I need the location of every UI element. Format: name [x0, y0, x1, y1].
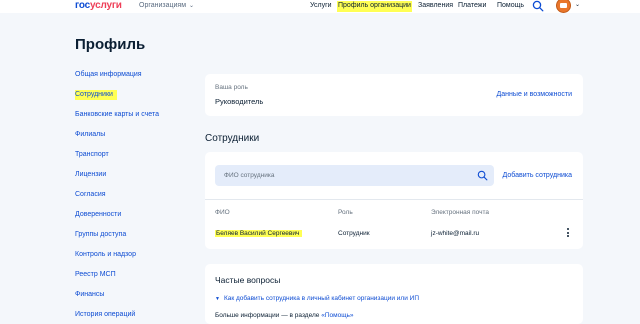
column-header-role: Роль — [338, 209, 353, 216]
logo-part-gos: гос — [75, 0, 90, 11]
role-label: Ваша роль — [215, 84, 248, 91]
kebab-menu-icon[interactable] — [566, 228, 570, 240]
nav-payments[interactable]: Платежи — [458, 1, 486, 12]
sidebar-item-history[interactable]: История операций — [75, 310, 135, 320]
sidebar-item-branches[interactable]: Филиалы — [75, 130, 105, 140]
employee-email: jz-white@mail.ru — [431, 230, 480, 237]
sidebar-item-powers-of-attorney[interactable]: Доверенности — [75, 210, 121, 220]
chevron-down-icon: ⌄ — [189, 3, 195, 9]
sidebar-item-finances[interactable]: Финансы — [75, 290, 104, 300]
faq-card: Частые вопросы ▼ Как добавить сотрудника … — [205, 264, 583, 324]
sidebar-item-employees[interactable]: Сотрудники — [75, 90, 117, 100]
faq-question[interactable]: ▼ Как добавить сотрудника в личный кабине… — [215, 295, 419, 302]
sidebar-item-bank-cards[interactable]: Банковские карты и счета — [75, 110, 159, 120]
chevron-down-icon: ▼ — [215, 296, 220, 302]
employee-name[interactable]: Беляев Василий Сергеевич — [215, 230, 303, 237]
column-header-email: Электронная почта — [431, 209, 490, 216]
nav-help[interactable]: Помощь — [497, 1, 524, 12]
employees-section-title: Сотрудники — [205, 133, 260, 144]
search-icon[interactable] — [532, 0, 544, 12]
organizations-dropdown-label: Организациям — [139, 2, 187, 9]
sidebar-item-access-groups[interactable]: Группы доступа — [75, 230, 126, 240]
role-card: Ваша роль Руководитель Данные и возможно… — [205, 74, 583, 116]
employee-search-input[interactable]: ФИО сотрудника — [215, 165, 494, 186]
employee-search-placeholder: ФИО сотрудника — [224, 172, 275, 179]
top-navigation-bar: госуслуги Организациям ⌄ Услуги Профиль о… — [0, 0, 640, 13]
divider — [205, 199, 583, 200]
sidebar-item-transport[interactable]: Транспорт — [75, 150, 109, 160]
avatar[interactable] — [556, 0, 571, 13]
employees-card: ФИО сотрудника Добавить сотрудника ФИО Р… — [205, 152, 583, 249]
chevron-down-icon[interactable]: ⌄ — [575, 1, 580, 8]
data-and-capabilities-link[interactable]: Данные и возможности — [497, 91, 572, 98]
faq-more-info: Больше информации — в разделе «Помощь» — [215, 312, 354, 319]
role-value: Руководитель — [215, 97, 264, 106]
logo-part-uslugi: услуги — [89, 0, 122, 11]
gosuslugi-logo[interactable]: госуслуги — [75, 0, 122, 13]
faq-title: Частые вопросы — [215, 275, 281, 285]
page-title: Профиль — [75, 36, 146, 53]
search-icon[interactable] — [477, 170, 488, 181]
nav-applications[interactable]: Заявления — [418, 1, 453, 12]
sidebar-item-general-info[interactable]: Общая информация — [75, 70, 142, 80]
help-section-link[interactable]: «Помощь» — [321, 312, 353, 319]
faq-more-prefix: Больше информации — в разделе — [215, 312, 320, 319]
organizations-dropdown[interactable]: Организациям ⌄ — [139, 1, 194, 11]
nav-services[interactable]: Услуги — [310, 1, 332, 12]
faq-question-text: Как добавить сотрудника в личный кабинет… — [223, 295, 420, 302]
sidebar-item-control[interactable]: Контроль и надзор — [75, 250, 136, 260]
sidebar-item-licenses[interactable]: Лицензии — [75, 170, 106, 180]
nav-organization-profile[interactable]: Профиль организации — [337, 1, 412, 12]
employee-role: Сотрудник — [338, 230, 370, 237]
sidebar-item-msp-registry[interactable]: Реестр МСП — [75, 270, 116, 280]
column-header-name: ФИО — [215, 209, 230, 216]
add-employee-button[interactable]: Добавить сотрудника — [503, 172, 572, 179]
sidebar-item-consents[interactable]: Согласия — [75, 190, 106, 200]
